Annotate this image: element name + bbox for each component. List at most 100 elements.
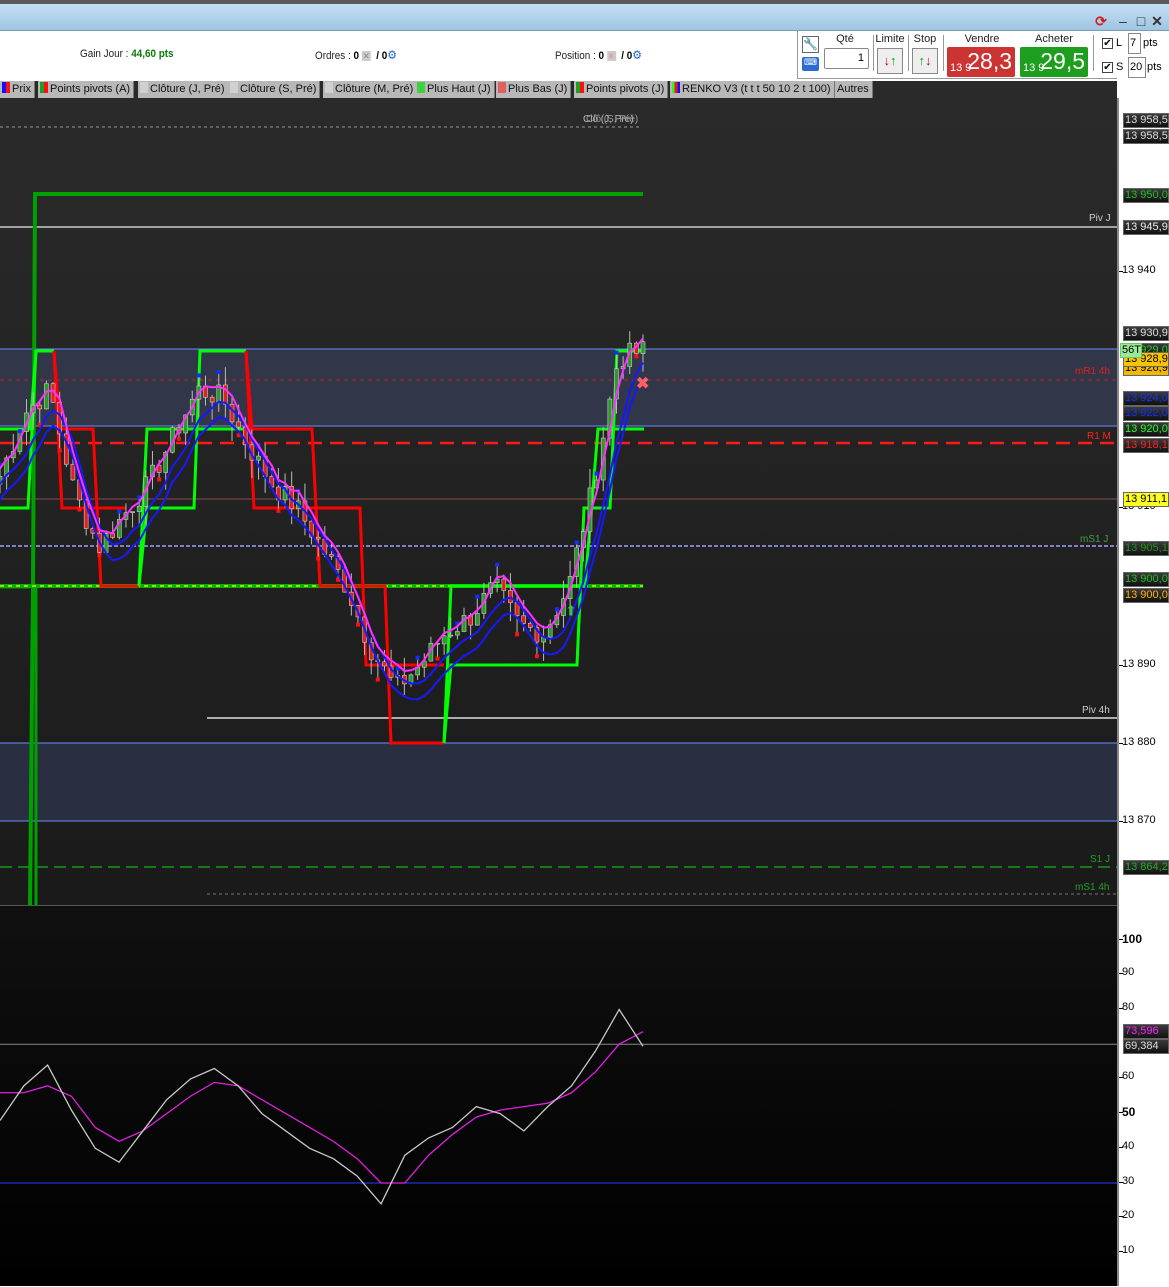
signal-dot: [316, 556, 321, 561]
tab-label: Points pivots (A): [50, 83, 131, 95]
osc-signal-value: 73,596: [1123, 1024, 1169, 1039]
osc-tick: 80: [1118, 1001, 1135, 1013]
tab-plus-haut-j[interactable]: Plus Haut (J): [415, 81, 495, 98]
oscillator-canvas: [0, 1008, 1117, 1205]
signal-dot: [17, 429, 22, 434]
mr1-4h-label: mR1 4h: [1075, 366, 1111, 377]
price-tick: 13 880: [1119, 736, 1156, 748]
tab-points-pivots-a[interactable]: Points pivots (A): [38, 81, 135, 98]
tab-plus-bas-j[interactable]: Plus Bas (J): [496, 81, 572, 98]
candle-down: [329, 554, 334, 557]
candle-down: [382, 661, 387, 667]
price-marker-piv_j: 13 945,9: [1123, 220, 1169, 235]
qty-label: Qté: [836, 33, 854, 45]
signal-dot: [196, 373, 201, 378]
sell-button[interactable]: 13 9 28,3: [947, 47, 1015, 77]
signal-dot: [515, 632, 520, 637]
signal-dot: [534, 654, 539, 659]
osc-tick: 10: [1118, 1244, 1135, 1256]
buy-button[interactable]: 13 9 29,5: [1020, 47, 1088, 77]
osc-main-line: [0, 1008, 644, 1205]
ms1-j-label: mS1 J: [1080, 534, 1109, 545]
price-axis[interactable]: 13 94013 91013 89013 88013 87013 958,513…: [1117, 98, 1169, 1286]
l-checkbox[interactable]: ✔: [1102, 38, 1113, 49]
gain-value: 44,60 pts: [131, 48, 174, 60]
tab-points-pivots-j[interactable]: Points pivots (J): [574, 81, 669, 98]
orders-status: Ordres : 0 ✕ / 0⚙: [315, 48, 397, 62]
cancel-orders-icon[interactable]: ✕: [361, 51, 371, 62]
refresh-icon[interactable]: ⟳: [1092, 13, 1110, 29]
color-swatch-icon: [417, 82, 425, 93]
price-marker-g2: 13 900,0: [1123, 572, 1169, 587]
signal-dot: [375, 677, 380, 682]
l-pts-label: pts: [1143, 37, 1158, 49]
position-label: Position :: [555, 50, 596, 62]
gear-icon[interactable]: ⚙: [632, 48, 642, 62]
candle-up: [136, 505, 142, 512]
keyboard-icon[interactable]: ⌨: [802, 57, 819, 71]
price-marker-y1: 13 911,1: [1123, 492, 1169, 507]
close-position-icon[interactable]: ✕: [606, 51, 616, 62]
color-swatch-icon: [2, 82, 10, 93]
tab-autres[interactable]: Autres: [835, 81, 873, 98]
qty-input[interactable]: 1: [824, 48, 869, 69]
price-chart[interactable]: ✖ ⬆ Clô (J, Pré) Clô (S, Pré) Piv J mR1 4…: [0, 98, 1117, 905]
candle-down: [501, 578, 507, 591]
tab-renko-v3-t-t-t-50-10-2-t-100[interactable]: RENKO V3 (t t t 50 10 2 t 100): [670, 81, 835, 98]
order-panel: 🔧 ⌨ Qté 1 Limite ↓↑ Stop ↑↓ Vendre 13 92…: [797, 31, 1117, 79]
minimize-button[interactable]: –: [1114, 13, 1132, 29]
buy-label: Acheter: [1035, 33, 1073, 45]
l-label: L: [1116, 37, 1123, 49]
signal-dot: [574, 540, 579, 545]
candle-down: [70, 463, 76, 481]
signal-dot: [77, 507, 82, 512]
signal-dot: [117, 509, 122, 514]
signal-dot: [57, 448, 62, 453]
osc-tick: 60: [1118, 1070, 1135, 1082]
oscillator-panel[interactable]: [0, 905, 1117, 1286]
close-button[interactable]: ✕: [1148, 13, 1166, 29]
l-points-input[interactable]: 7: [1128, 33, 1141, 54]
tab-label: RENKO V3 (t t t 50 10 2 t 100): [682, 83, 831, 95]
price-marker-g1: 13 920,0: [1123, 422, 1169, 437]
candle-down: [229, 403, 235, 423]
tab-cl-ture-j-pr[interactable]: Clôture (J, Pré): [138, 81, 229, 98]
signal-dot: [97, 553, 102, 558]
stop-order-button[interactable]: ↑↓: [912, 48, 938, 74]
price-marker-r1m: 13 918,1: [1123, 438, 1169, 453]
position-tag: 56T: [1120, 343, 1142, 358]
wrench-icon[interactable]: 🔧: [802, 36, 819, 53]
gain-label: Gain Jour :: [80, 48, 129, 60]
candle-up: [441, 635, 447, 645]
title-bar: ⟳ – □ ✕: [0, 0, 1169, 31]
s-checkbox[interactable]: ✔: [1102, 62, 1113, 73]
color-swatch-icon: [230, 82, 238, 93]
tab-label: Autres: [837, 83, 869, 95]
signal-dot: [475, 594, 480, 599]
s-label: S: [1116, 61, 1124, 73]
signal-dot: [355, 622, 360, 627]
daily-gain: Gain Jour : 44,60 pts: [80, 48, 174, 60]
tab-label: Clôture (M, Pré): [335, 83, 414, 95]
tab-cl-ture-s-pr[interactable]: Clôture (S, Pré): [228, 81, 321, 98]
candle-up: [130, 511, 135, 514]
osc-tick: 30: [1118, 1175, 1135, 1187]
color-swatch-icon: [672, 82, 680, 93]
osc-tick: 100: [1118, 932, 1143, 946]
tab-prix[interactable]: Prix: [0, 81, 35, 98]
signal-dot: [176, 436, 181, 441]
buy-price: 29,5: [1040, 48, 1085, 74]
limit-order-button[interactable]: ↓↑: [877, 48, 903, 74]
buy-arrow-icon: ⬆: [565, 603, 577, 619]
orders-value: 0: [353, 50, 360, 62]
signal-dot: [157, 477, 162, 482]
price-marker-p1: 13 930,9: [1123, 326, 1169, 341]
resistance-zone: [0, 349, 1117, 426]
tab-cl-ture-m-pr[interactable]: Clôture (M, Pré): [323, 81, 418, 98]
candle-up: [474, 613, 480, 626]
gear-icon[interactable]: ⚙: [387, 48, 397, 62]
candle-up: [44, 383, 49, 410]
price-marker-ms1j: 13 905,1: [1123, 541, 1169, 556]
indicator-tabs: Prix Points pivots (A) Clôture (J, Pré) Clô…: [0, 81, 1117, 98]
s-points-input[interactable]: 20: [1128, 57, 1146, 78]
